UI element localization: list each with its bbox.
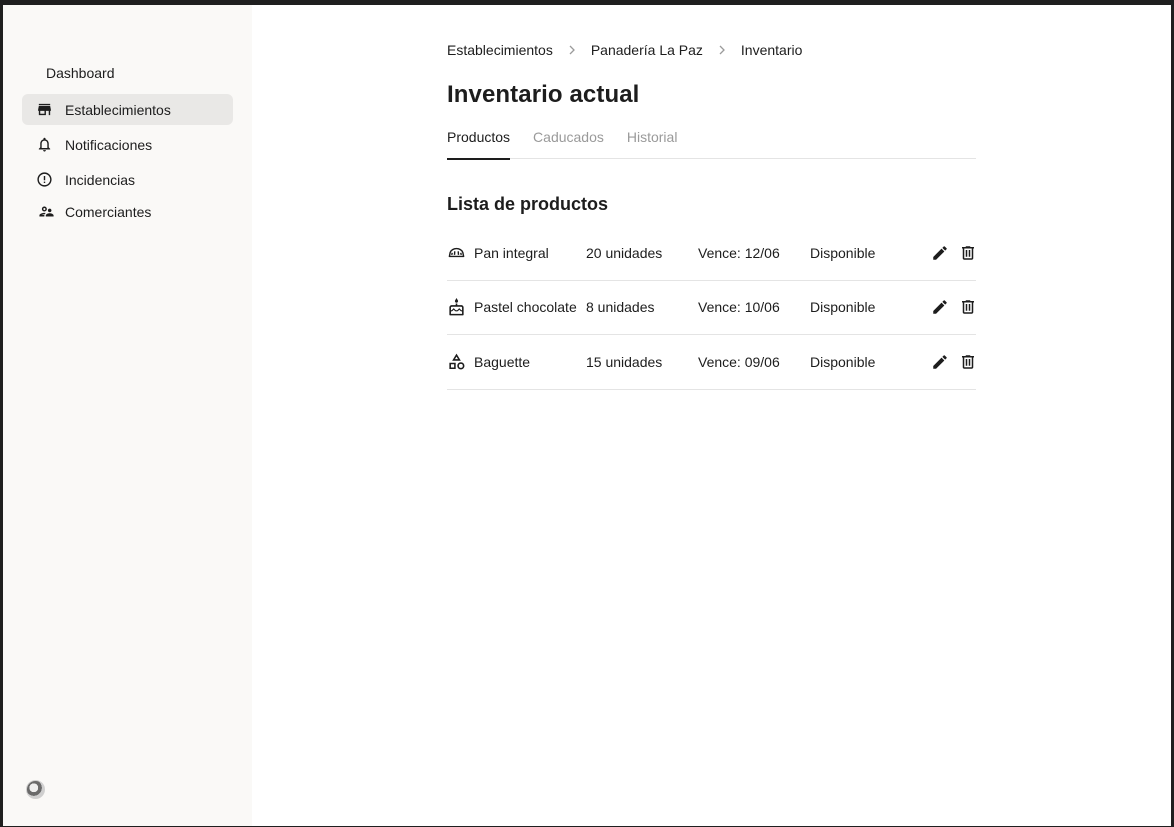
product-status: Disponible	[810, 299, 876, 316]
delete-icon[interactable]	[958, 297, 978, 317]
sidebar: Dashboard Establecimientos Notificacione…	[3, 5, 252, 826]
product-list: Pan integral 20 unidades Vence: 12/06 Di…	[447, 226, 976, 390]
sidebar-item-label: Comerciantes	[65, 203, 152, 220]
breadcrumb-item-inventario: Inventario	[740, 42, 803, 58]
tab-historial[interactable]: Historial	[627, 129, 678, 159]
bell-icon	[35, 136, 53, 154]
chevron-right-icon	[717, 45, 727, 55]
avatar[interactable]	[26, 780, 45, 799]
product-expiry: Vence: 10/06	[698, 299, 780, 316]
app-window: Dashboard Establecimientos Notificacione…	[3, 5, 1171, 826]
breadcrumb: Establecimientos Panadería La Paz Invent…	[447, 42, 802, 58]
breadcrumb-item-panaderia[interactable]: Panadería La Paz	[591, 42, 703, 58]
edit-icon[interactable]	[930, 297, 950, 317]
sidebar-item-label: Incidencias	[65, 171, 136, 188]
section-title: Lista de productos	[447, 194, 609, 214]
product-expiry: Vence: 09/06	[698, 353, 780, 370]
cake-icon	[447, 297, 466, 317]
people-icon	[37, 203, 55, 221]
row-actions	[930, 243, 986, 263]
store-icon	[35, 101, 53, 119]
alert-circle-icon	[35, 171, 53, 189]
delete-icon[interactable]	[958, 243, 978, 263]
sidebar-item-label: Establecimientos	[65, 101, 171, 118]
tab-bar: Productos Caducados Historial	[447, 129, 976, 160]
product-name: Pan integral	[474, 244, 549, 261]
sidebar-item-incidencias[interactable]: Incidencias	[22, 164, 233, 195]
product-name: Pastel chocolate	[474, 299, 577, 316]
product-quantity: 20 unidades	[586, 244, 663, 261]
product-name: Baguette	[474, 353, 531, 370]
edit-icon[interactable]	[930, 352, 950, 372]
sidebar-item-notificaciones[interactable]: Notificaciones	[22, 129, 233, 160]
product-expiry: Vence: 12/06	[698, 244, 780, 261]
list-item: Pan integral 20 unidades Vence: 12/06 Di…	[447, 226, 976, 281]
bread-icon	[447, 243, 466, 262]
row-actions	[930, 297, 986, 317]
main-content: Establecimientos Panadería La Paz Invent…	[252, 5, 1171, 826]
sidebar-item-comerciantes[interactable]: Comerciantes	[22, 196, 233, 227]
chevron-right-icon	[567, 45, 577, 55]
breadcrumb-item-establecimientos[interactable]: Establecimientos	[447, 42, 553, 58]
sidebar-item-establecimientos[interactable]: Establecimientos	[22, 94, 233, 125]
sidebar-item-label: Notificaciones	[65, 136, 153, 153]
page-title: Inventario actual	[447, 81, 640, 108]
edit-icon[interactable]	[930, 243, 950, 263]
tab-productos[interactable]: Productos	[447, 129, 511, 160]
category-icon	[447, 352, 466, 371]
delete-icon[interactable]	[958, 352, 978, 372]
product-status: Disponible	[810, 353, 876, 370]
product-status: Disponible	[810, 244, 876, 261]
sidebar-item-dashboard[interactable]: Dashboard	[46, 65, 115, 81]
product-quantity: 15 unidades	[586, 353, 663, 370]
product-quantity: 8 unidades	[586, 299, 655, 316]
list-item: Pastel chocolate 8 unidades Vence: 10/06…	[447, 281, 976, 335]
tab-caducados[interactable]: Caducados	[533, 129, 604, 159]
row-actions	[930, 352, 986, 372]
list-item: Baguette 15 unidades Vence: 09/06 Dispon…	[447, 335, 976, 390]
